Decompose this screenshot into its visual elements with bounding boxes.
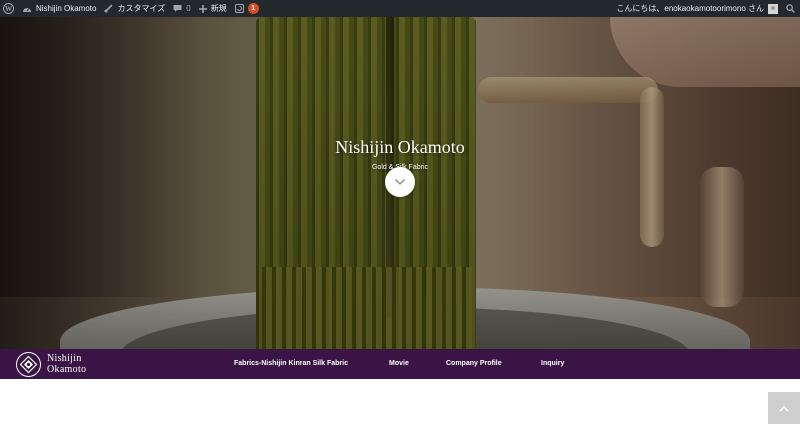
my-account-menu[interactable]: こんにちは、enokaokamotoorimono さん bbox=[612, 0, 782, 17]
update-icon bbox=[234, 4, 244, 13]
chevron-up-icon bbox=[779, 399, 789, 417]
wp-logo-menu[interactable]: W bbox=[0, 0, 18, 17]
admin-bar-right: こんにちは、enokaokamotoorimono さん bbox=[612, 0, 800, 17]
main-navigation: Nishijin Okamoto Fabrics-Nishijin Kinran… bbox=[0, 349, 800, 379]
chevron-down-icon bbox=[394, 173, 406, 191]
updates-link[interactable]: 1 bbox=[231, 0, 263, 17]
avatar bbox=[768, 3, 778, 14]
wp-admin-bar: W Nishijin Okamoto カスタマイズ 0 新規 1 こんにちは、e… bbox=[0, 0, 800, 17]
dashboard-icon bbox=[22, 4, 32, 13]
updates-count-badge: 1 bbox=[247, 3, 259, 14]
plus-icon bbox=[198, 4, 207, 13]
nav-item-movie[interactable]: Movie bbox=[389, 360, 409, 367]
comment-bubble-icon bbox=[173, 4, 182, 13]
scroll-down-button[interactable] bbox=[385, 167, 415, 197]
customize-label: カスタマイズ bbox=[117, 4, 166, 13]
nav-menu: Fabrics-Nishijin Kinran Silk Fabric Movi… bbox=[0, 349, 800, 379]
back-to-top-button[interactable] bbox=[768, 392, 800, 424]
nav-item-fabrics[interactable]: Fabrics-Nishijin Kinran Silk Fabric bbox=[234, 360, 348, 367]
search-toggle[interactable] bbox=[782, 0, 800, 17]
site-title[interactable]: Nishijin Okamoto bbox=[0, 137, 800, 158]
greeting-label: こんにちは、enokaokamotoorimono さん bbox=[616, 4, 764, 13]
new-content-menu[interactable]: 新規 bbox=[195, 0, 231, 17]
new-label: 新規 bbox=[210, 4, 227, 13]
nav-item-company-profile[interactable]: Company Profile bbox=[446, 360, 502, 367]
search-icon bbox=[786, 4, 795, 13]
hero-header: Nishijin Okamoto Gold & Silk Fabric bbox=[0, 17, 800, 349]
wordpress-logo-icon: W bbox=[3, 3, 14, 14]
comments-link[interactable]: 0 bbox=[169, 0, 194, 17]
comments-count: 0 bbox=[186, 4, 191, 13]
admin-bar-left: W Nishijin Okamoto カスタマイズ 0 新規 1 bbox=[0, 0, 263, 17]
site-name-link[interactable]: Nishijin Okamoto bbox=[18, 0, 100, 17]
paintbrush-icon bbox=[104, 4, 114, 13]
page-content bbox=[0, 379, 800, 424]
customize-link[interactable]: カスタマイズ bbox=[100, 0, 169, 17]
nav-item-inquiry[interactable]: Inquiry bbox=[541, 360, 564, 367]
site-name-label: Nishijin Okamoto bbox=[36, 4, 97, 13]
